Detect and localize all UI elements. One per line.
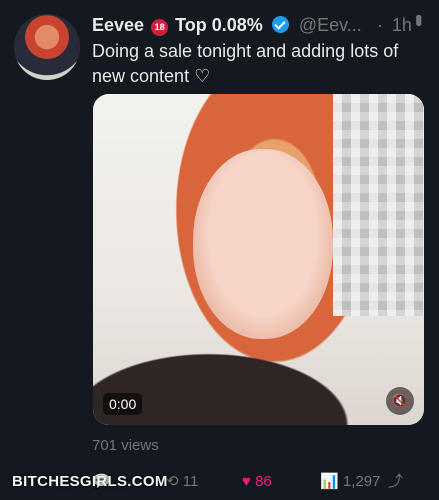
watermark: BITCHESGIRLS.COM: [12, 473, 168, 490]
video-frame-jacket: [93, 315, 424, 425]
video-duration: 0:00: [103, 393, 143, 415]
avatar[interactable]: [14, 14, 80, 80]
tweet-header: Eevee 18 Top 0.08% @Eev... · 1h: [92, 14, 429, 36]
video-frame-face: [193, 149, 333, 339]
bar-chart-icon: 📊: [320, 473, 339, 490]
tweet-text: Doing a sale tonight and adding lots of …: [92, 41, 399, 86]
speaker-mute-icon[interactable]: 🔇: [386, 387, 414, 415]
views-count: 1,297: [342, 473, 381, 490]
view-count: 701 views: [92, 437, 159, 454]
views-button[interactable]: 📊 1,297: [320, 470, 380, 494]
retweet-count: 11: [182, 473, 199, 490]
like-count: 86: [255, 473, 272, 490]
share-button[interactable]: ⤴: [388, 470, 403, 494]
display-name[interactable]: Eevee: [92, 15, 144, 35]
retweet-button[interactable]: ⟲ 11: [166, 470, 198, 494]
separator-dot: ·: [376, 15, 383, 35]
rank-text: Top 0.08%: [175, 15, 263, 35]
pixelated-censor: [333, 94, 424, 316]
heart-icon: ♥: [242, 473, 251, 490]
like-button[interactable]: ♥ 86: [242, 470, 272, 494]
share-icon: ⤴: [388, 473, 404, 490]
handle[interactable]: @Eev...: [299, 15, 362, 35]
more-options-icon[interactable]: •••: [407, 14, 429, 23]
video-player[interactable]: 0:00 🔇: [93, 94, 424, 425]
verified-icon: [271, 16, 289, 33]
age-badge-icon: 18: [151, 19, 169, 36]
